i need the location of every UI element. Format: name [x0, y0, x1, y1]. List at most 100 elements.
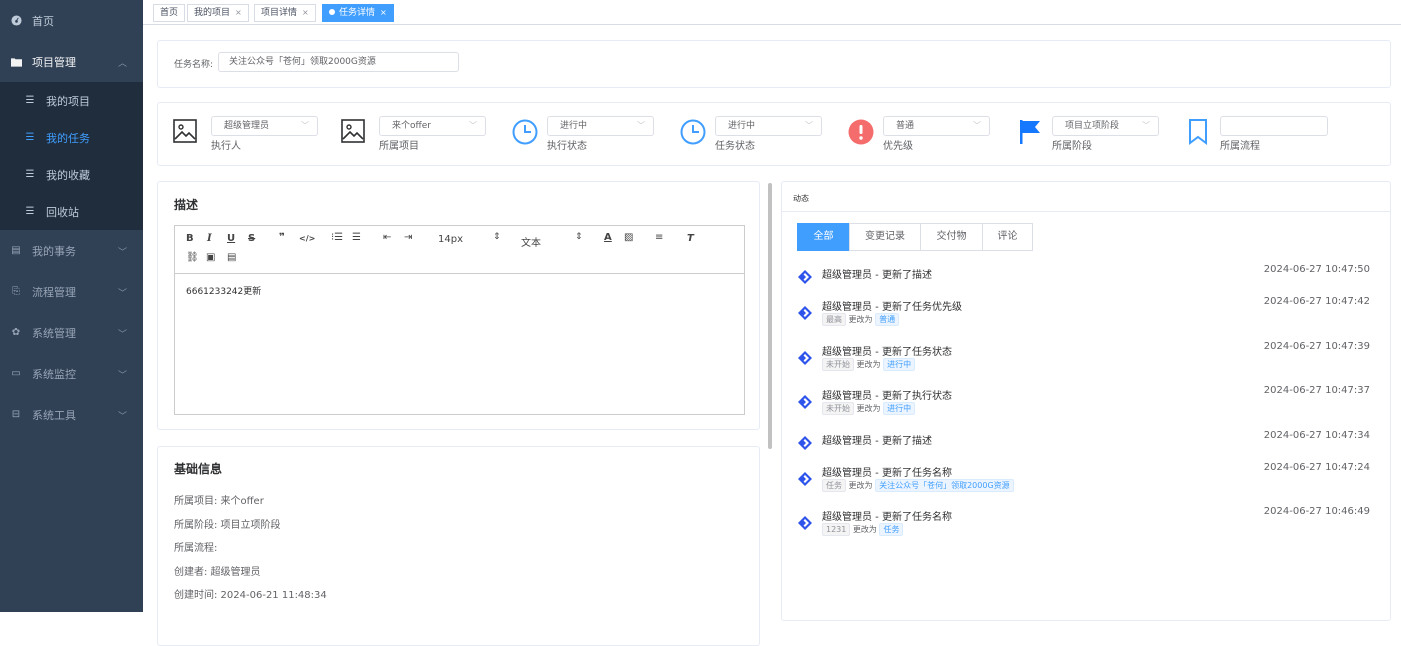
- sidebar-item-system-tools[interactable]: ⊟ 系统工具 ﹀: [0, 394, 143, 435]
- warning-icon: [848, 119, 873, 144]
- select-value: 来个offer: [392, 121, 431, 131]
- activity-time: 2024-06-27 10:47:50: [1264, 264, 1370, 275]
- sidebar-item-my-projects[interactable]: ☰ 我的项目: [0, 82, 143, 119]
- change-text: 更改为: [857, 360, 881, 369]
- chevron-down-icon: ﹀: [118, 286, 127, 299]
- execution-status-select[interactable]: 进行中﹀: [547, 116, 654, 136]
- scrollbar[interactable]: [768, 183, 772, 449]
- flow-input[interactable]: [1220, 116, 1328, 136]
- tab-change-log[interactable]: 变更记录: [849, 223, 921, 251]
- old-value-tag: 1231: [822, 523, 850, 536]
- section-title: 动态: [793, 193, 809, 204]
- field-label: 所属流程: [1220, 137, 1260, 152]
- outdent-button[interactable]: ⇤: [383, 232, 391, 243]
- change-detail: 最高 更改为 普通: [822, 313, 899, 326]
- video-button[interactable]: ▤: [227, 252, 236, 263]
- tab-deliverables[interactable]: 交付物: [920, 223, 983, 251]
- activity-text: 超级管理员 - 更新了任务状态: [822, 343, 952, 358]
- tab-comments[interactable]: 评论: [982, 223, 1033, 251]
- activity-icon: [798, 516, 812, 530]
- tab-my-projects[interactable]: 我的项目×: [187, 4, 249, 22]
- activity-text: 超级管理员 - 更新了描述: [822, 266, 932, 281]
- activity-text: 超级管理员 - 更新了任务名称: [822, 508, 952, 523]
- image-icon: [341, 119, 366, 144]
- info-project: 所属项目: 来个offer: [174, 492, 264, 507]
- code-button[interactable]: </>: [299, 234, 315, 243]
- strike-button[interactable]: S: [248, 233, 255, 244]
- sidebar-item-my-affairs[interactable]: ▤ 我的事务 ﹀: [0, 230, 143, 271]
- link-button[interactable]: ⛓: [186, 252, 199, 263]
- field-label: 执行人: [211, 137, 241, 152]
- active-dot-icon: [329, 9, 335, 15]
- ordered-list-button[interactable]: ⁝☰: [331, 232, 343, 243]
- flow-icon: ⎘: [10, 286, 22, 298]
- clear-format-button[interactable]: T: [687, 233, 694, 244]
- tab-all[interactable]: 全部: [797, 223, 850, 251]
- select-value: 项目立项阶段: [1065, 121, 1119, 131]
- document-icon: ▤: [10, 245, 22, 257]
- bold-button[interactable]: B: [186, 233, 194, 244]
- image-button[interactable]: ▣: [206, 252, 215, 263]
- old-value-tag: 最高: [822, 313, 846, 326]
- bullet-list-button[interactable]: ☰: [352, 232, 361, 243]
- underline-button[interactable]: U: [227, 233, 235, 244]
- stage-select[interactable]: 项目立项阶段 ﹀: [1052, 116, 1159, 136]
- chevron-updown-icon: ⇕: [493, 232, 501, 242]
- activity-time: 2024-06-27 10:47:39: [1264, 341, 1370, 352]
- close-icon[interactable]: ×: [380, 8, 387, 17]
- sidebar-item-system-management[interactable]: ✿ 系统管理 ﹀: [0, 312, 143, 353]
- activity-card: 动态 全部 变更记录 交付物 评论 超级管理员 - 更新了描述 2024-06-…: [781, 181, 1391, 621]
- activity-time: 2024-06-27 10:46:49: [1264, 506, 1370, 517]
- activity-time: 2024-06-27 10:47:42: [1264, 296, 1370, 307]
- new-value-tag: 进行中: [883, 402, 915, 415]
- new-value-tag: 进行中: [883, 358, 915, 371]
- tab-task-detail[interactable]: 任务详情×: [322, 4, 394, 22]
- info-created-time: 创建时间: 2024-06-21 11:48:34: [174, 586, 327, 601]
- bookmark-icon: [1187, 119, 1212, 144]
- editor-content[interactable]: 6661233242更新: [175, 274, 744, 307]
- sidebar-item-my-favorites[interactable]: ☰ 我的收藏: [0, 156, 143, 193]
- format-select[interactable]: 文本: [521, 234, 541, 249]
- activity-text: 超级管理员 - 更新了执行状态: [822, 387, 952, 402]
- tab-project-detail[interactable]: 项目详情×: [254, 4, 316, 22]
- background-color-button[interactable]: ▨: [624, 232, 633, 243]
- sidebar-item-label: 系统监控: [32, 366, 76, 382]
- dashboard-icon: [10, 15, 22, 27]
- sidebar-item-label: 我的事务: [32, 243, 76, 259]
- priority-select[interactable]: 普通﹀: [883, 116, 990, 136]
- task-name-input[interactable]: 关注公众号「苍何」领取2000G资源: [218, 52, 459, 72]
- sidebar-item-my-tasks[interactable]: ☰ 我的任务: [0, 119, 143, 156]
- sidebar-item-home[interactable]: 首页: [0, 0, 143, 41]
- sidebar-item-project-management[interactable]: 项目管理 ︿: [0, 41, 143, 82]
- blockquote-button[interactable]: ❞: [279, 232, 285, 243]
- change-text: 更改为: [857, 404, 881, 413]
- sidebar-item-label: 流程管理: [32, 284, 76, 300]
- select-value: 超级管理员: [224, 121, 269, 131]
- indent-button[interactable]: ⇥: [404, 232, 412, 243]
- align-button[interactable]: ≡: [655, 232, 663, 243]
- activity-icon: [798, 472, 812, 486]
- italic-button[interactable]: I: [207, 233, 212, 244]
- sidebar-item-flow-management[interactable]: ⎘ 流程管理 ﹀: [0, 271, 143, 312]
- font-size-select[interactable]: 14px: [438, 234, 463, 245]
- font-color-button[interactable]: A: [604, 232, 612, 243]
- list-icon: ☰: [24, 206, 36, 218]
- chevron-down-icon: ﹀: [1142, 117, 1150, 135]
- change-text: 更改为: [853, 525, 877, 534]
- task-status-select[interactable]: 进行中﹀: [715, 116, 822, 136]
- sidebar-item-recycle-bin[interactable]: ☰ 回收站: [0, 193, 143, 230]
- list-icon: ☰: [24, 132, 36, 144]
- gear-icon: ✿: [10, 327, 22, 339]
- info-stage: 所属阶段: 项目立项阶段: [174, 516, 281, 531]
- project-select[interactable]: 来个offer﹀: [379, 116, 486, 136]
- assignee-select[interactable]: 超级管理员﹀: [211, 116, 318, 136]
- old-value-tag: 任务: [822, 479, 846, 492]
- image-icon: [173, 119, 198, 144]
- chevron-updown-icon: ⇕: [575, 232, 583, 242]
- close-icon[interactable]: ×: [235, 8, 242, 17]
- activity-icon: [798, 270, 812, 284]
- tab-home[interactable]: 首页: [153, 4, 185, 22]
- field-label: 优先级: [883, 137, 913, 152]
- close-icon[interactable]: ×: [302, 8, 309, 17]
- sidebar-item-system-monitor[interactable]: ▭ 系统监控 ﹀: [0, 353, 143, 394]
